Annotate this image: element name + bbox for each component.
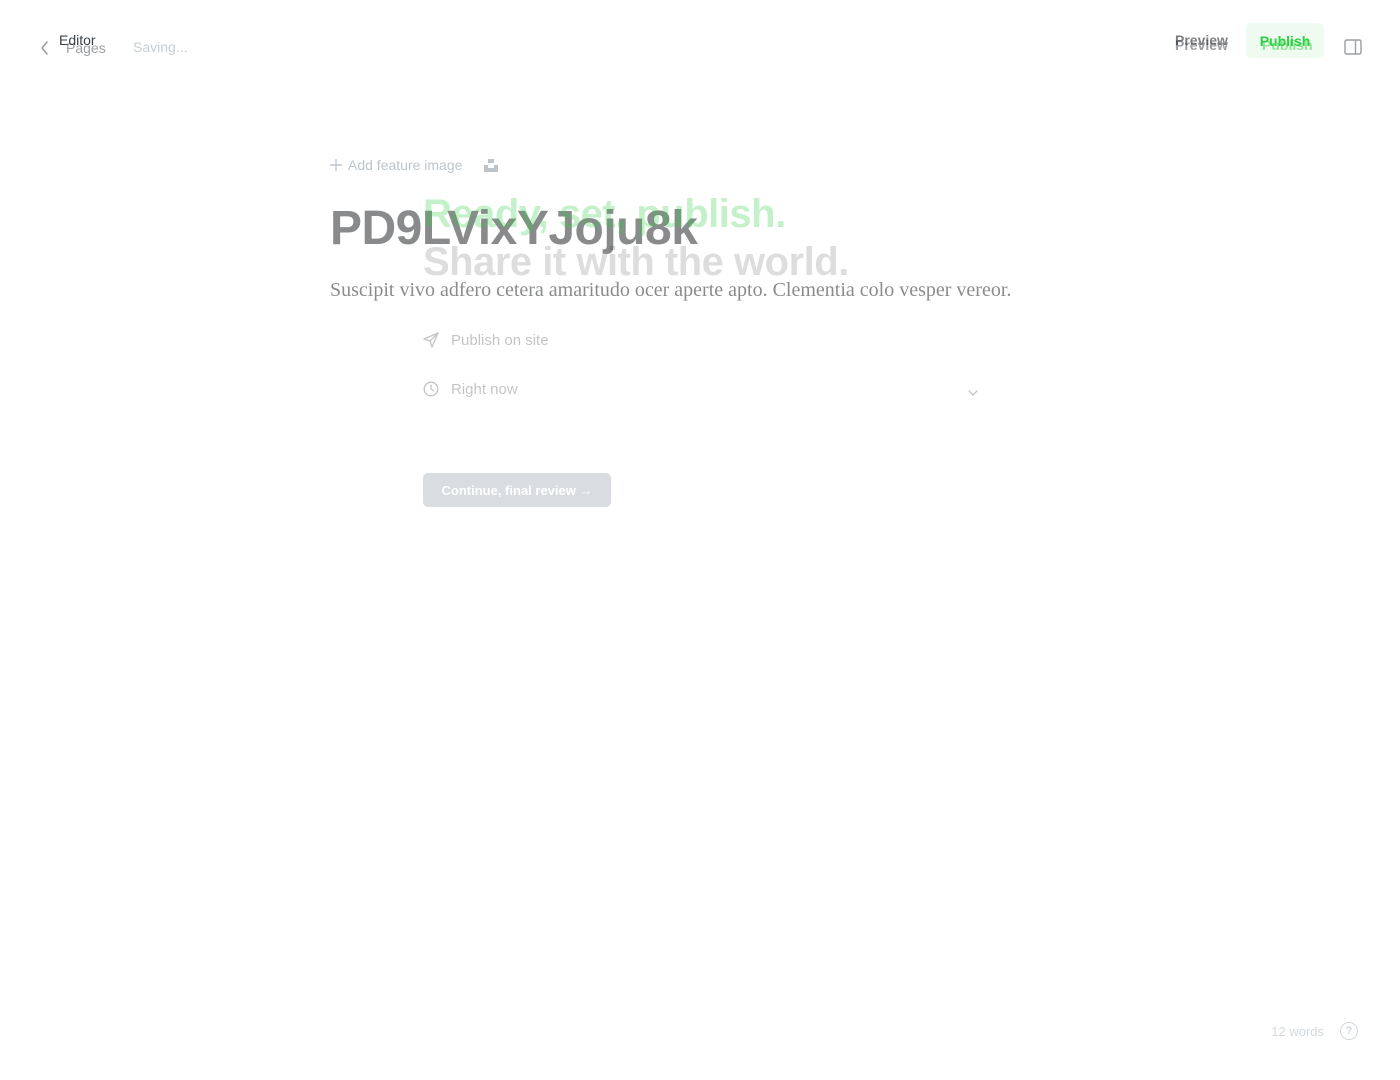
publish-modal: Editor Preview Publish Ready, set, publi… <box>0 0 1400 1080</box>
chevron-down-icon <box>968 390 978 396</box>
clock-icon <box>423 381 439 397</box>
continue-label: Continue, final review → <box>441 482 593 498</box>
publish-destination-option[interactable]: Publish on site <box>423 324 978 356</box>
publish-headline: Ready, set, publish. Share it with the w… <box>423 190 1043 286</box>
send-icon <box>423 332 439 348</box>
headline-line-2: Share it with the world. <box>423 240 849 284</box>
continue-final-review-button[interactable]: Continue, final review → <box>423 473 611 507</box>
back-to-editor-label: Editor <box>59 32 96 48</box>
publish-destination-label: Publish on site <box>451 331 549 349</box>
publish-schedule-label: Right now <box>451 380 518 398</box>
back-to-editor-link[interactable]: Editor <box>42 32 96 48</box>
modal-publish-button[interactable]: Publish <box>1246 23 1324 58</box>
publish-flow-screen: Pages Saving... Preview Publish Add feat… <box>0 0 1400 1080</box>
headline-line-1: Ready, set, publish. <box>423 192 786 236</box>
modal-preview-button[interactable]: Preview <box>1175 32 1228 48</box>
publish-schedule-option[interactable]: Right now <box>423 373 978 405</box>
modal-publish-label: Publish <box>1259 32 1311 49</box>
publish-options: Publish on site Right now <box>423 324 978 405</box>
